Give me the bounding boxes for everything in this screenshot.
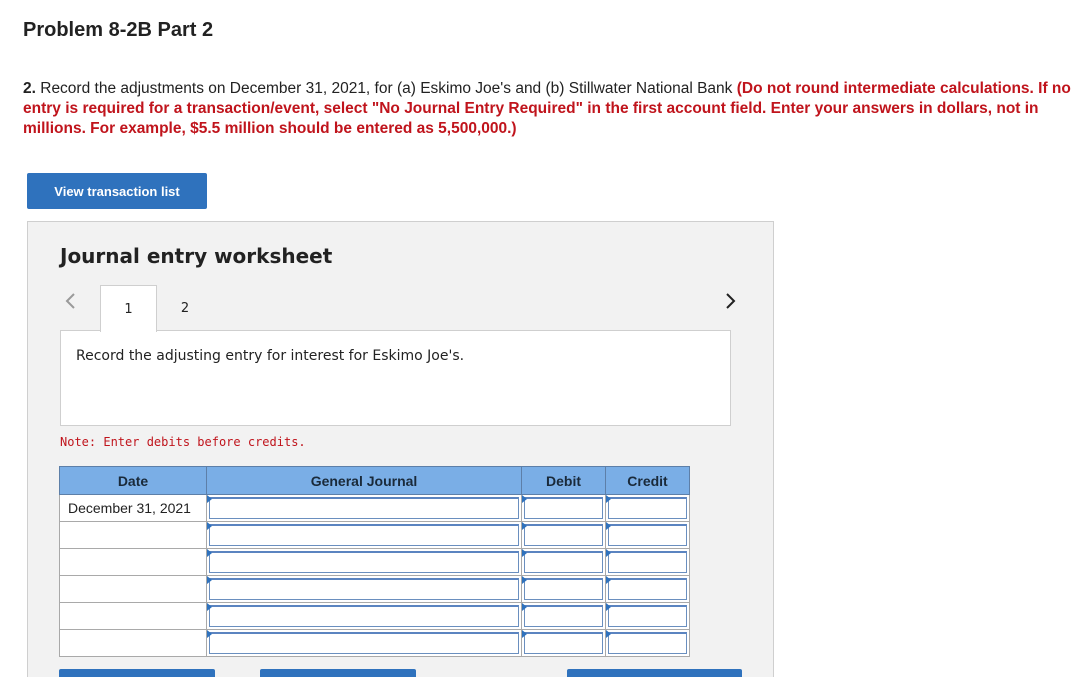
entry-note: Note: Enter debits before credits. bbox=[60, 435, 306, 449]
account-input[interactable] bbox=[209, 605, 519, 627]
debit-input[interactable] bbox=[524, 551, 603, 573]
tab-entry-1[interactable]: 1 bbox=[100, 285, 157, 332]
dropdown-indicator-icon bbox=[606, 522, 611, 530]
previous-entry-button[interactable] bbox=[62, 290, 78, 312]
table-row bbox=[59, 602, 690, 630]
dropdown-indicator-icon bbox=[606, 576, 611, 584]
entry-prompt-box: Record the adjusting entry for interest … bbox=[60, 330, 731, 426]
dropdown-indicator-icon bbox=[207, 549, 212, 557]
dropdown-indicator-icon bbox=[207, 495, 212, 503]
dropdown-indicator-icon bbox=[207, 630, 212, 638]
dropdown-indicator-icon bbox=[522, 603, 527, 611]
table-row bbox=[59, 575, 690, 603]
dropdown-indicator-icon bbox=[606, 549, 611, 557]
instructions-number: 2. bbox=[23, 80, 36, 97]
dropdown-indicator-icon bbox=[522, 495, 527, 503]
tab-entry-2[interactable]: 2 bbox=[157, 285, 213, 331]
column-header-general-journal: General Journal bbox=[206, 466, 522, 495]
record-entry-button[interactable] bbox=[59, 669, 215, 677]
dropdown-indicator-icon bbox=[606, 603, 611, 611]
page-title: Problem 8-2B Part 2 bbox=[23, 19, 214, 41]
clear-entry-button[interactable] bbox=[260, 669, 416, 677]
date-cell[interactable] bbox=[59, 629, 207, 657]
table-row: December 31, 2021 bbox=[59, 494, 690, 522]
credit-input[interactable] bbox=[608, 551, 687, 573]
credit-input[interactable] bbox=[608, 524, 687, 546]
debit-input[interactable] bbox=[524, 524, 603, 546]
account-input[interactable] bbox=[209, 632, 519, 654]
journal-table: Date General Journal Debit Credit Decemb… bbox=[59, 466, 690, 657]
chevron-right-icon bbox=[726, 293, 736, 309]
date-cell[interactable] bbox=[59, 602, 207, 630]
dropdown-indicator-icon bbox=[522, 549, 527, 557]
table-row bbox=[59, 521, 690, 549]
account-input[interactable] bbox=[209, 524, 519, 546]
dropdown-indicator-icon bbox=[207, 522, 212, 530]
journal-entry-worksheet: Journal entry worksheet 1 2 Record the a… bbox=[27, 221, 774, 677]
debit-input[interactable] bbox=[524, 497, 603, 519]
date-cell[interactable] bbox=[59, 548, 207, 576]
entry-prompt: Record the adjusting entry for interest … bbox=[76, 348, 465, 364]
credit-input[interactable] bbox=[608, 497, 687, 519]
table-row bbox=[59, 629, 690, 657]
date-cell[interactable] bbox=[59, 521, 207, 549]
table-row bbox=[59, 548, 690, 576]
view-general-journal-button[interactable] bbox=[567, 669, 742, 677]
account-input[interactable] bbox=[209, 497, 519, 519]
column-header-debit: Debit bbox=[521, 466, 606, 495]
account-input[interactable] bbox=[209, 551, 519, 573]
dropdown-indicator-icon bbox=[606, 630, 611, 638]
instructions-text: Record the adjustments on December 31, 2… bbox=[35, 80, 737, 97]
dropdown-indicator-icon bbox=[207, 603, 212, 611]
debit-input[interactable] bbox=[524, 578, 603, 600]
dropdown-indicator-icon bbox=[207, 576, 212, 584]
dropdown-indicator-icon bbox=[606, 495, 611, 503]
instructions: 2. Record the adjustments on December 31… bbox=[23, 79, 1083, 139]
dropdown-indicator-icon bbox=[522, 522, 527, 530]
next-entry-button[interactable] bbox=[723, 290, 739, 312]
debit-input[interactable] bbox=[524, 632, 603, 654]
dropdown-indicator-icon bbox=[522, 630, 527, 638]
date-cell[interactable] bbox=[59, 575, 207, 603]
date-cell: December 31, 2021 bbox=[59, 494, 207, 522]
credit-input[interactable] bbox=[608, 632, 687, 654]
worksheet-title: Journal entry worksheet bbox=[60, 244, 333, 268]
column-header-date: Date bbox=[59, 466, 207, 495]
credit-input[interactable] bbox=[608, 578, 687, 600]
credit-input[interactable] bbox=[608, 605, 687, 627]
column-header-credit: Credit bbox=[605, 466, 690, 495]
view-transaction-list-button[interactable]: View transaction list bbox=[27, 173, 207, 209]
debit-input[interactable] bbox=[524, 605, 603, 627]
account-input[interactable] bbox=[209, 578, 519, 600]
dropdown-indicator-icon bbox=[522, 576, 527, 584]
chevron-left-icon bbox=[65, 293, 75, 309]
